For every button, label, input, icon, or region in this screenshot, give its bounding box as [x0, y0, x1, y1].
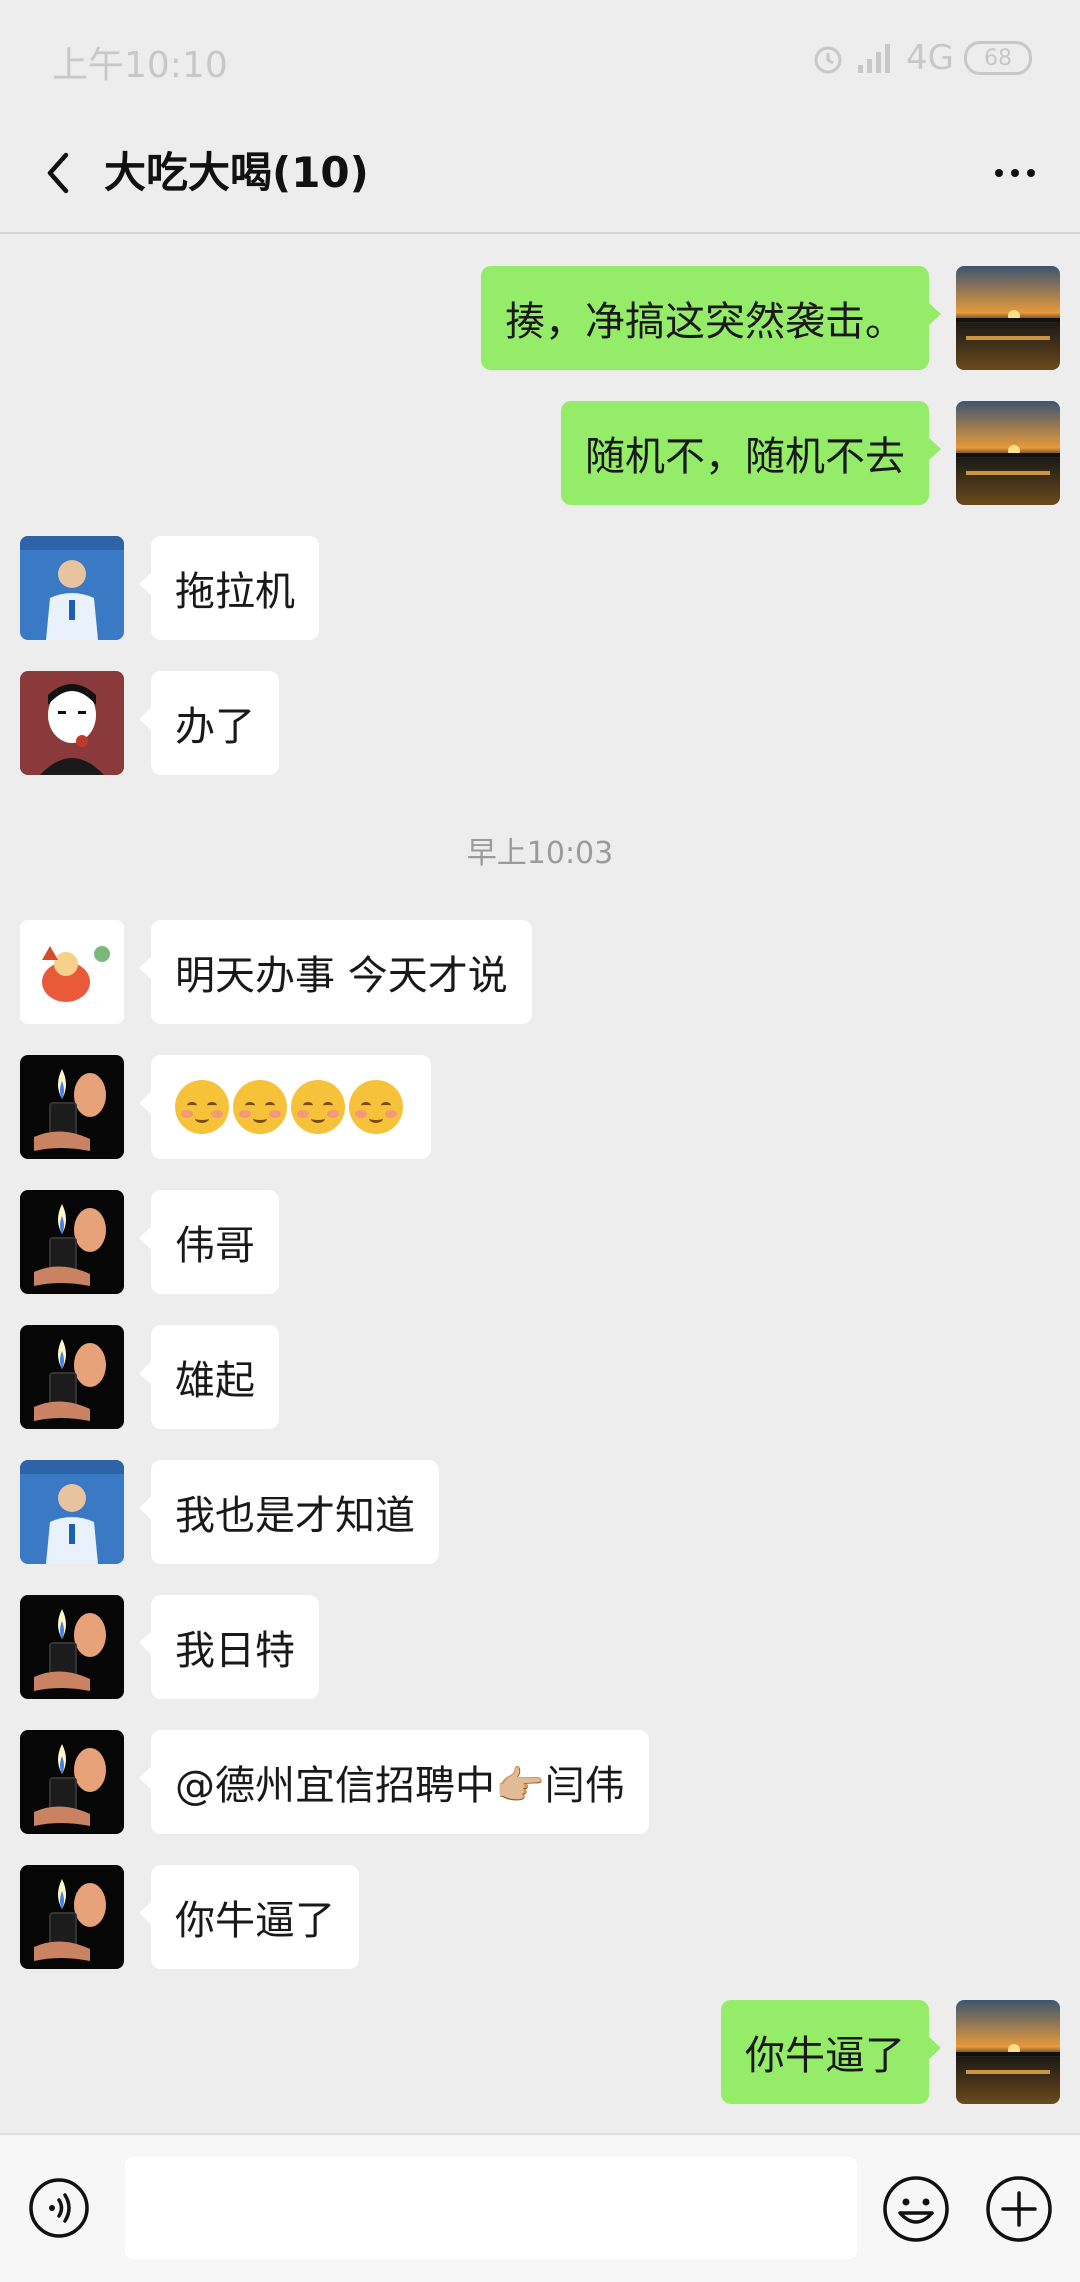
relieved-face-icon: [291, 1080, 345, 1134]
battery-level: 68: [984, 45, 1012, 71]
status-icons: 4G 68: [810, 36, 1032, 80]
message-bubble[interactable]: 雄起: [139, 1325, 279, 1429]
avatar-sunset[interactable]: [956, 401, 1060, 505]
back-icon[interactable]: [30, 143, 90, 203]
status-time: 上午10:10: [52, 45, 228, 86]
message-bubble[interactable]: 明天办事 今天才说: [139, 920, 532, 1024]
input-bar: [0, 2133, 1080, 2282]
avatar-lighter[interactable]: [20, 1595, 124, 1699]
relieved-face-icon: [175, 1080, 229, 1134]
chat-title: 大吃大喝(10): [104, 148, 369, 197]
message-bubble[interactable]: 你牛逼了: [721, 2000, 941, 2104]
message-bubble[interactable]: 办了: [139, 671, 279, 775]
network-type: 4G: [906, 38, 954, 78]
relieved-face-icon: [233, 1080, 287, 1134]
voice-input-icon[interactable]: [28, 2177, 90, 2239]
avatar-sunset[interactable]: [956, 2000, 1060, 2104]
avatar-lighter[interactable]: [20, 1325, 124, 1429]
message-bubble[interactable]: 随机不，随机不去: [561, 401, 941, 505]
message-bubble[interactable]: @德州宜信招聘中👉🏼闫伟: [139, 1730, 649, 1834]
message-bubble[interactable]: 你牛逼了: [139, 1865, 359, 1969]
header-divider: [0, 232, 1080, 234]
message-bubble[interactable]: 我日特: [139, 1595, 319, 1699]
message-bubble[interactable]: 揍，净搞这突然袭击。: [481, 266, 941, 370]
alarm-icon: [814, 46, 842, 74]
battery-icon: 68: [964, 41, 1032, 75]
message-bubble[interactable]: 伟哥: [139, 1190, 279, 1294]
avatar-man-badge[interactable]: [20, 1460, 124, 1564]
plus-icon[interactable]: [985, 2175, 1053, 2243]
chat-header: 大吃大喝(10): [0, 115, 1080, 232]
status-bar: 上午10:10 4G 68: [0, 0, 1080, 115]
avatar-sunset[interactable]: [956, 266, 1060, 370]
relieved-face-icon: [349, 1080, 403, 1134]
avatar-cartoon-man[interactable]: [20, 671, 124, 775]
avatar-red-cartoon[interactable]: [20, 920, 124, 1024]
message-input[interactable]: [125, 2157, 857, 2259]
more-options-button[interactable]: [980, 143, 1050, 203]
avatar-lighter[interactable]: [20, 1865, 124, 1969]
message-bubble[interactable]: 拖拉机: [139, 536, 319, 640]
message-bubble[interactable]: 我也是才知道: [139, 1460, 439, 1564]
avatar-lighter[interactable]: [20, 1730, 124, 1834]
signal-icon: [858, 44, 891, 73]
avatar-lighter[interactable]: [20, 1055, 124, 1159]
avatar-man-badge[interactable]: [20, 536, 124, 640]
avatar-lighter[interactable]: [20, 1190, 124, 1294]
emoji-icon[interactable]: [882, 2175, 950, 2243]
message-timestamp: 早上10:03: [466, 836, 614, 871]
emoji-message-bubble[interactable]: [139, 1055, 431, 1159]
